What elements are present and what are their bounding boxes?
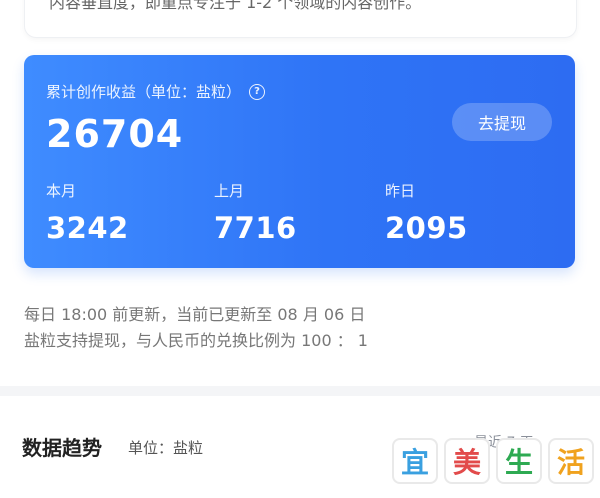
info-card-text: 内容垂直度，即重点专注于 1-2 个领域的内容创作。 xyxy=(49,0,422,12)
watermark-char: 宜 xyxy=(392,438,438,484)
info-card: 内容垂直度，即重点专注于 1-2 个领域的内容创作。 xyxy=(24,0,577,38)
earnings-card: 累计创作收益（单位：盐粒） ? 26704 去提现 本月 3242 上月 771… xyxy=(24,55,575,268)
earnings-total: 26704 xyxy=(46,112,184,156)
withdraw-button[interactable]: 去提现 xyxy=(452,103,552,141)
exchange-note-line: 盐粒支持提现，与人民币的兑换比例为 100 ： 1 xyxy=(24,331,368,350)
watermark-logo: 宜 美 生 活 xyxy=(392,438,594,484)
trend-unit: 单位：盐粒 xyxy=(128,439,204,457)
stat-yesterday: 昨日 2095 xyxy=(385,180,468,245)
update-note-line: 每日 18:00 前更新，当前已更新至 08 月 06 日 xyxy=(24,305,366,324)
section-divider xyxy=(0,386,600,396)
update-notes: 每日 18:00 前更新，当前已更新至 08 月 06 日 盐粒支持提现，与人民… xyxy=(24,302,368,354)
stat-last-month: 上月 7716 xyxy=(214,180,297,245)
watermark-char: 活 xyxy=(548,438,594,484)
watermark-char: 生 xyxy=(496,438,542,484)
stat-label: 本月 xyxy=(46,182,77,200)
trend-title: 数据趋势 xyxy=(22,436,102,460)
watermark-char: 美 xyxy=(444,438,490,484)
earnings-label: 累计创作收益（单位：盐粒） xyxy=(46,83,242,101)
stat-this-month: 本月 3242 xyxy=(46,180,129,245)
stat-value: 2095 xyxy=(385,211,468,245)
earnings-label-row: 累计创作收益（单位：盐粒） ? xyxy=(46,81,266,102)
help-icon[interactable]: ? xyxy=(249,83,266,100)
stat-value: 3242 xyxy=(46,211,129,245)
stat-label: 上月 xyxy=(214,182,245,200)
stat-value: 7716 xyxy=(214,211,297,245)
stat-label: 昨日 xyxy=(385,182,416,200)
